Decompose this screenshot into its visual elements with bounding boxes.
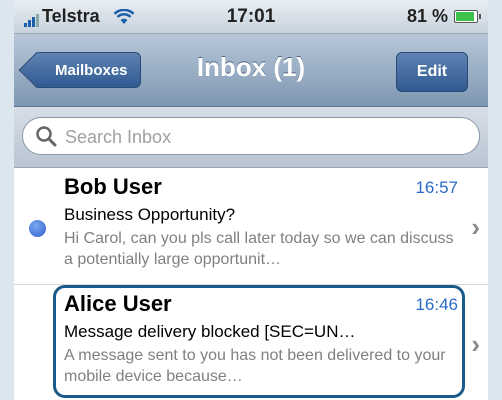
edit-button[interactable]: Edit (396, 52, 468, 92)
search-input[interactable] (63, 121, 447, 153)
battery-icon (454, 10, 481, 23)
unread-indicator-icon (29, 220, 46, 237)
message-preview: A message sent to you has not been deliv… (64, 347, 446, 385)
search-field[interactable] (22, 117, 480, 155)
battery-percentage: 81 % (406, 6, 448, 26)
search-bar (14, 107, 488, 168)
navigation-bar: Mailboxes Inbox (1) Edit (14, 34, 488, 107)
search-icon (36, 126, 57, 147)
message-row[interactable]: Alice User 16:46 Message delivery blocke… (14, 285, 488, 400)
message-sender: Bob User (64, 174, 162, 199)
message-time: 16:46 (415, 295, 458, 314)
message-subject: Business Opportunity? (64, 205, 236, 224)
message-subject: Message delivery blocked [SEC=UN… (64, 322, 356, 341)
message-sender: Alice User (64, 291, 172, 316)
chevron-right-icon: › (471, 212, 480, 242)
chevron-right-icon: › (471, 329, 480, 359)
message-preview: Hi Carol, can you pls call later today s… (64, 230, 454, 268)
status-bar: Telstra 17:01 81 % (14, 0, 488, 34)
mail-app-screen: Telstra 17:01 81 % Mailboxes Inbox (1) E… (14, 0, 488, 400)
message-row[interactable]: Bob User 16:57 Business Opportunity? Hi … (14, 168, 488, 285)
message-time: 16:57 (415, 178, 458, 197)
